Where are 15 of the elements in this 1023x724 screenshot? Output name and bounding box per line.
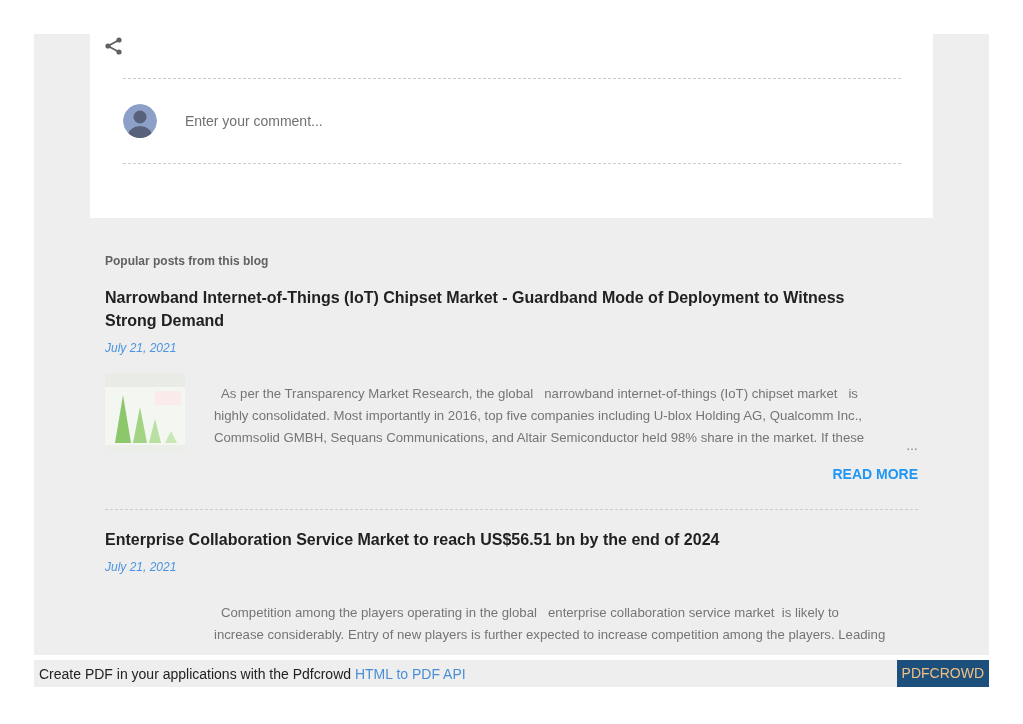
api-link[interactable]: HTML to PDF API: [354, 665, 466, 682]
footer-text: Create PDF in your applications with the Pdfcrowd HTML to PDF API: [38, 665, 466, 682]
ellipsis: …: [906, 438, 918, 455]
post-title[interactable]: Enterprise Collaboration Service Market to reach US$56.51 bn by the end of 2024: [105, 528, 845, 551]
avatar-icon: [123, 104, 157, 138]
pdfcrowd-badge[interactable]: PDFCROWD: [896, 660, 989, 687]
post-title[interactable]: Narrowband Internet-of-Things (IoT) Chipset Market - Guardband Mode of Deployment to Witness Strong Demand: [105, 286, 845, 332]
section-heading: Popular posts from this blog: [105, 254, 270, 268]
post-snippet: As per the Transparency Market Research, the global narrowband internet-of-things (IoT) chipset market is highly consolidated. Most importantly in 2016, top five companies including U-blox Holding AG, Qualcomm Inc., Commsolid GMBH, Sequans Communications, and Altair Semiconductor held 98% share in the market. If these: [214, 385, 866, 447]
post-snippet: Competition among the players operating in the global enterprise collaboration service market is likely to increase considerably. Entry of new players is further expected to increase competition among the players. Leading: [214, 604, 887, 644]
post-date: July 21, 2021: [105, 560, 178, 574]
share-icon[interactable]: [104, 36, 124, 56]
read-more-link[interactable]: READ MORE: [832, 466, 918, 482]
post-date: July 21, 2021: [105, 341, 178, 355]
comment-field[interactable]: Enter your comment...: [183, 112, 587, 130]
